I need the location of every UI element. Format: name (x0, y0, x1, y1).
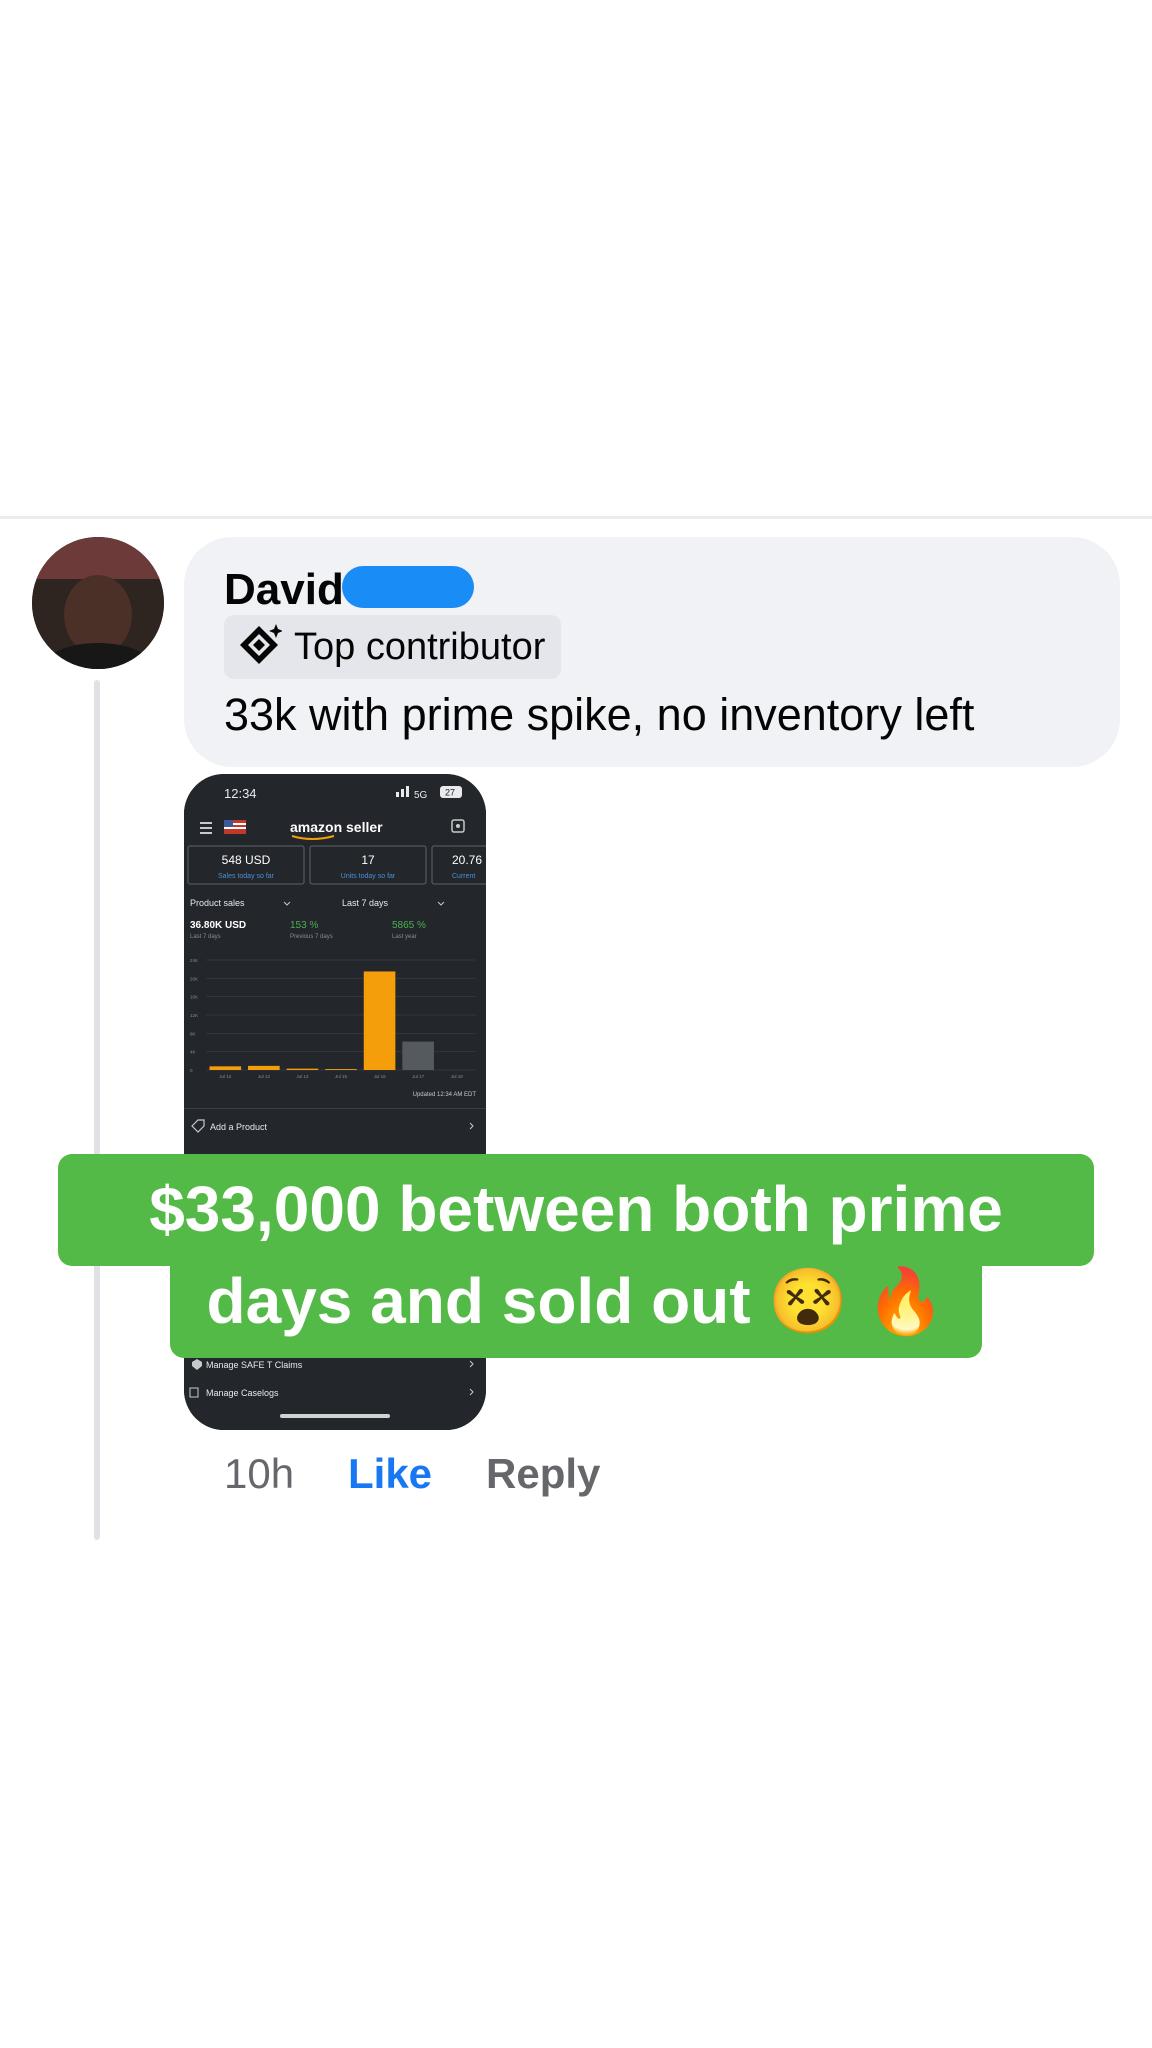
y-tick-label: 4K (190, 1050, 196, 1055)
reply-button[interactable]: Reply (486, 1450, 600, 1498)
y-tick-label: 8K (190, 1031, 196, 1036)
comment-time: 10h (224, 1450, 295, 1497)
stat-label: Last year (392, 934, 417, 940)
metric-value: 548 USD (222, 853, 271, 867)
stat-label: Last 7 days (190, 934, 221, 940)
updated-label: Updated 12:34 AM EDT (413, 1092, 477, 1098)
metric-value: 20.76 (452, 853, 482, 867)
badge-label: Top contributor (294, 625, 546, 668)
metric-label: Units today so far (341, 873, 396, 880)
fire-emoji: 🔥 (865, 1265, 946, 1337)
home-indicator (280, 1414, 390, 1418)
metric-label: Current (452, 873, 475, 880)
sales-dropdown: Product sales (190, 898, 245, 908)
top-divider (0, 516, 1152, 519)
diamond-icon (236, 622, 283, 673)
avatar[interactable] (32, 537, 164, 669)
y-tick-label: 12K (190, 1013, 198, 1018)
chart-bar (363, 971, 396, 1070)
us-flag-icon (224, 820, 246, 834)
metric-label: Sales today so far (218, 873, 275, 880)
redaction-mark (342, 566, 474, 608)
stat-value: 36.80K USD (190, 920, 246, 931)
chart-bar (286, 1068, 319, 1070)
x-tick-label: Jul 18 (451, 1074, 464, 1079)
x-tick-label: Jul 13 (258, 1074, 271, 1079)
status-time: 12:34 (224, 786, 257, 801)
battery-value: 27 (445, 788, 455, 798)
metric-value: 17 (361, 853, 375, 867)
x-tick-label: Jul 12 (219, 1074, 232, 1079)
overlay-caption-line2: days and sold out 😵 🔥 (170, 1246, 982, 1358)
network-label: 5G (414, 790, 428, 801)
x-tick-label: Jul 14 (296, 1074, 309, 1079)
menu-item-caselogs: Manage Caselogs (206, 1388, 279, 1398)
dizzy-face-emoji: 😵 (768, 1265, 849, 1337)
y-tick-label: 20K (190, 976, 198, 981)
battery-icon: 27 (440, 786, 462, 798)
comment-text: 33k with prime spike, no inventory left (224, 689, 975, 740)
x-tick-label: Jul 16 (374, 1074, 387, 1079)
chart-bar (248, 1065, 280, 1070)
overlay-caption-text: days and sold out (206, 1265, 751, 1337)
y-tick-label: 24K (190, 958, 198, 963)
comment-bubble: David Top contributor 33k with prime spi… (184, 537, 1120, 767)
stat-value: 153 % (290, 920, 318, 931)
stat-label: Previous 7 days (290, 934, 333, 940)
chart-bar (325, 1069, 357, 1070)
stat-value: 5865 % (392, 920, 426, 931)
author-name[interactable]: David (224, 565, 344, 615)
x-tick-label: Jul 17 (412, 1074, 425, 1079)
y-tick-label: 16K (190, 995, 198, 1000)
hamburger-menu-icon (200, 822, 212, 834)
x-tick-label: Jul 15 (335, 1074, 348, 1079)
like-button[interactable]: Like (348, 1450, 432, 1498)
chart-bar (209, 1066, 242, 1070)
thread-line (94, 680, 100, 1540)
top-contributor-badge[interactable]: Top contributor (224, 615, 562, 679)
menu-item-safet-claims: Manage SAFE T Claims (206, 1360, 303, 1370)
avatar-photo (32, 537, 164, 669)
chart-bar (402, 1041, 434, 1070)
range-dropdown: Last 7 days (342, 898, 389, 908)
menu-item-add-product: Add a Product (210, 1122, 268, 1132)
app-title: amazon seller (290, 819, 383, 835)
